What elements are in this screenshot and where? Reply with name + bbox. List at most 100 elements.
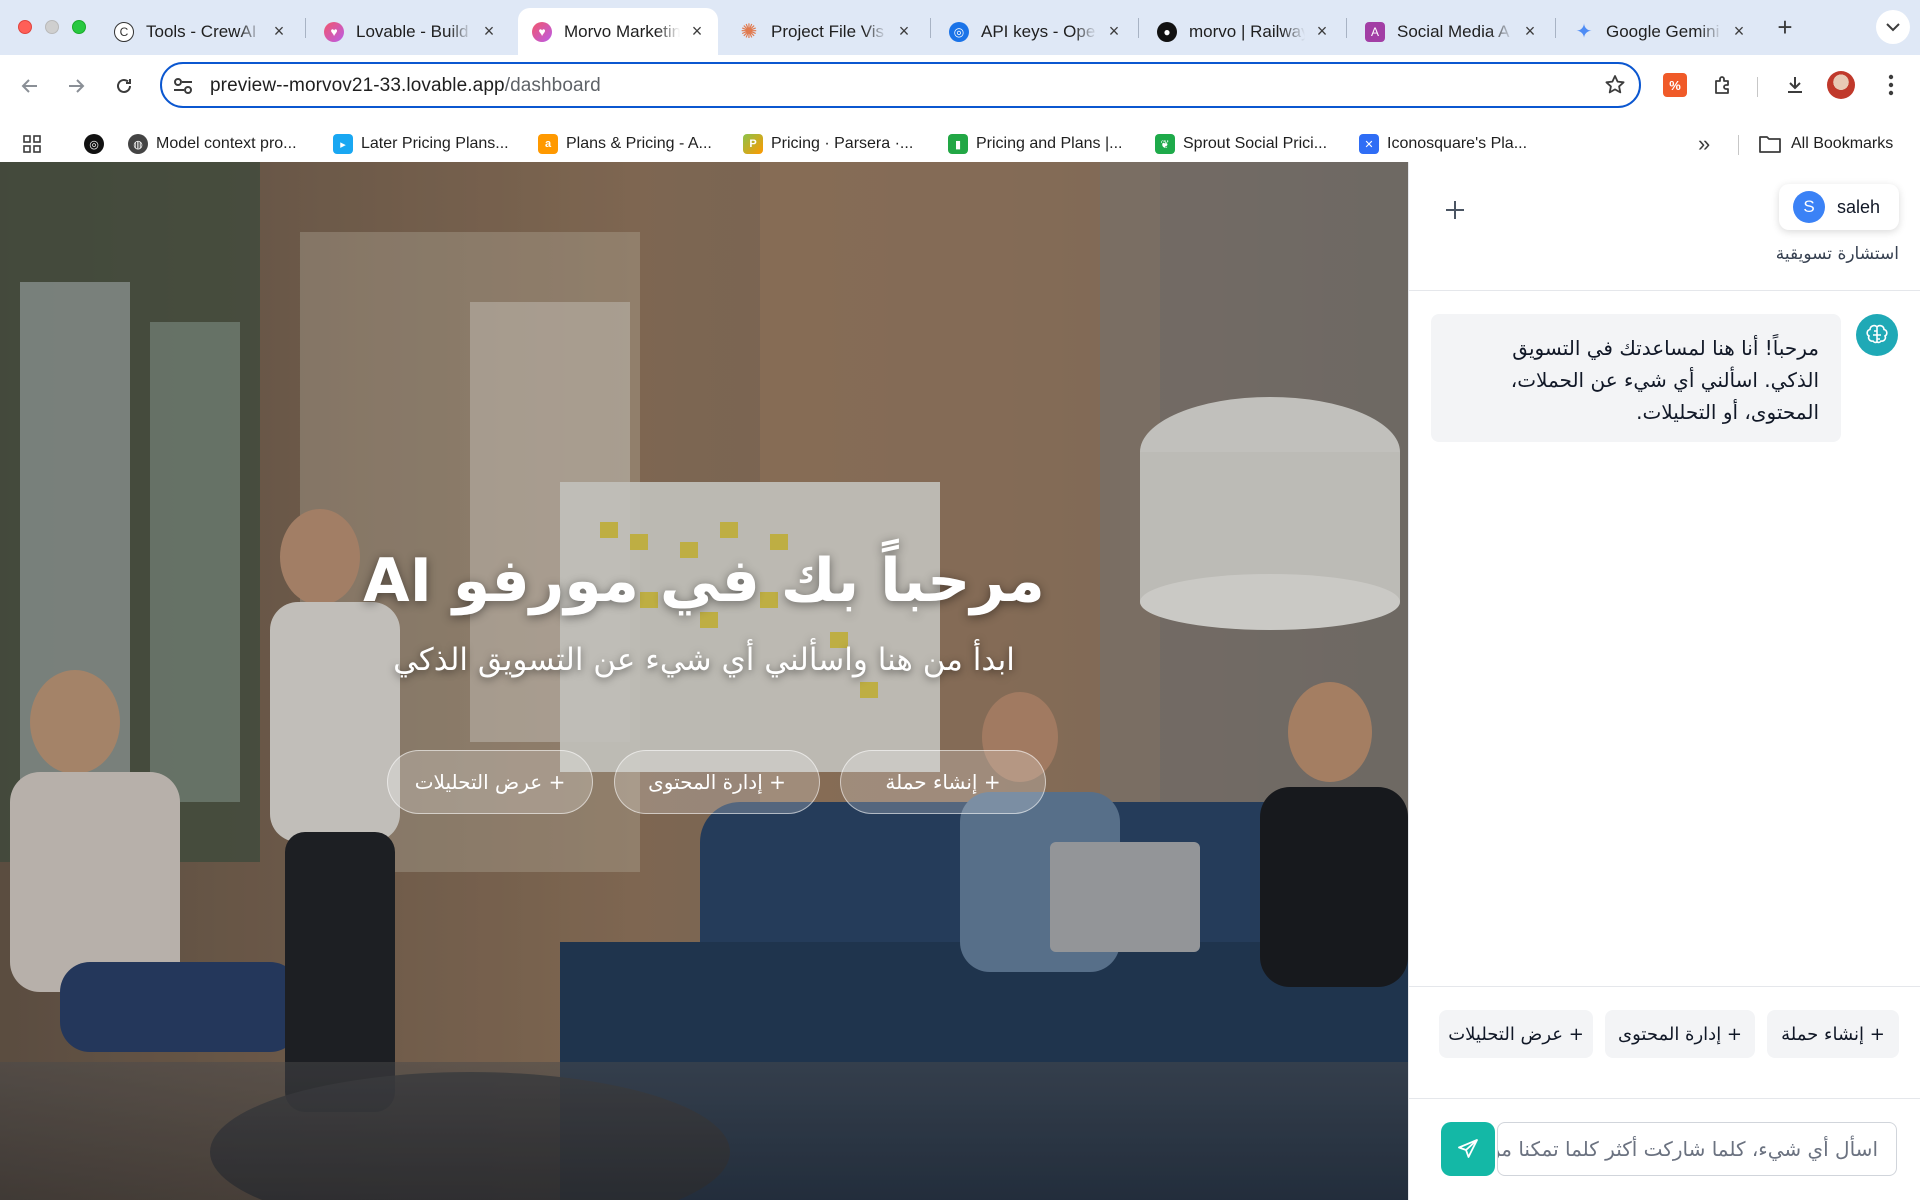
browser-tab[interactable]: ✦ Google Gemini × xyxy=(1560,8,1760,55)
browser-tab-active[interactable]: ♥ Morvo Marketin × xyxy=(518,8,718,55)
create-campaign-button[interactable]: + إنشاء حملة xyxy=(840,750,1046,814)
globe-icon: ◍ xyxy=(128,134,148,154)
tab-search-button[interactable] xyxy=(1876,10,1910,44)
iconosquare-icon: ✕ xyxy=(1359,134,1379,154)
later-icon: ▸ xyxy=(333,134,353,154)
bookmark-label: Sprout Social Prici... xyxy=(1183,135,1328,152)
new-chat-button[interactable] xyxy=(1439,194,1471,226)
send-icon xyxy=(1458,1139,1478,1158)
browser-tab-strip: C Tools - CrewAI × ♥ Lovable - Build × ♥… xyxy=(0,0,1920,55)
all-bookmarks-label: All Bookmarks xyxy=(1791,135,1894,152)
tab-title: Project File Vis xyxy=(771,21,885,41)
window-maximize-button[interactable] xyxy=(72,20,86,34)
sprout-icon: ❦ xyxy=(1155,134,1175,154)
browser-tab[interactable]: ● morvo | Railway × xyxy=(1143,8,1343,55)
avatar xyxy=(1827,71,1855,99)
close-icon[interactable]: × xyxy=(688,21,706,41)
close-icon[interactable]: × xyxy=(480,21,498,41)
new-tab-button[interactable]: + xyxy=(1770,12,1800,42)
browser-toolbar: preview--morvov21-33.lovable.app/dashboa… xyxy=(0,55,1920,171)
chart-icon: ▮ xyxy=(948,134,968,154)
address-bar[interactable]: preview--morvov21-33.lovable.app/dashboa… xyxy=(160,62,1641,108)
all-bookmarks-button[interactable]: All Bookmarks xyxy=(1759,131,1893,157)
apps-grid-icon xyxy=(23,135,41,153)
extensions-menu-button[interactable] xyxy=(1708,70,1738,100)
crewai-icon: C xyxy=(114,21,134,42)
close-icon[interactable]: × xyxy=(1521,21,1539,41)
avatar: S xyxy=(1793,191,1825,223)
arrow-right-icon xyxy=(69,79,85,93)
claude-icon: ✺ xyxy=(740,21,758,43)
user-menu[interactable]: S saleh xyxy=(1779,184,1899,230)
bookmark-openai[interactable]: ◎ xyxy=(84,131,112,157)
back-button[interactable] xyxy=(14,70,46,102)
folder-icon xyxy=(1759,136,1781,153)
chrome-menu-button[interactable] xyxy=(1876,70,1906,100)
assistant-message: مرحباً! أنا هنا لمساعدتك في التسويق الذك… xyxy=(1431,314,1841,442)
browser-tab[interactable]: ✺ Project File Vis × xyxy=(725,8,925,55)
browser-tab[interactable]: ◎ API keys - Ope × xyxy=(935,8,1135,55)
url-host: preview--morvov21-33.lovable.app xyxy=(210,75,505,96)
chat-header: AI S saleh استشارة تسويقية xyxy=(1409,162,1920,291)
window-close-button[interactable] xyxy=(18,20,32,34)
tab-title: Google Gemini xyxy=(1606,21,1720,41)
puzzle-icon xyxy=(1715,76,1729,94)
extension-button[interactable]: % xyxy=(1660,70,1690,100)
openai-icon: ◎ xyxy=(949,21,969,42)
close-icon[interactable]: × xyxy=(270,21,288,41)
arrow-left-icon xyxy=(21,79,37,93)
bookmark-label: Later Pricing Plans... xyxy=(361,135,509,152)
bookmark-item[interactable]: ❦ Sprout Social Prici... xyxy=(1155,131,1327,157)
reload-button[interactable] xyxy=(108,70,140,102)
hero-section: مرحباً بك في مورفو AI ابدأ من هنا واسألن… xyxy=(0,162,1408,1200)
close-icon[interactable]: × xyxy=(1730,21,1748,41)
bookmark-label: Pricing · Parsera ·... xyxy=(771,135,914,152)
plus-icon xyxy=(1446,201,1464,219)
user-name: saleh xyxy=(1837,196,1881,217)
bookmark-item[interactable]: ▮ Pricing and Plans |... xyxy=(948,131,1122,157)
bookmark-item[interactable]: ▸ Later Pricing Plans... xyxy=(333,131,509,157)
bookmark-item[interactable]: ◍ Model context pro... xyxy=(128,131,297,157)
browser-tab[interactable]: C Tools - CrewAI × xyxy=(100,8,300,55)
bookmark-star-icon[interactable] xyxy=(1603,73,1627,97)
manage-content-chip[interactable]: + إدارة المحتوى xyxy=(1605,1010,1755,1058)
chat-input[interactable]: اسأل أي شيء، كلما شاركت أكثر كلما تمكنا … xyxy=(1497,1122,1897,1176)
social-icon: A xyxy=(1365,21,1385,42)
browser-tab[interactable]: ♥ Lovable - Build × xyxy=(310,8,510,55)
url-text: preview--morvov21-33.lovable.app/dashboa… xyxy=(210,75,601,97)
bookmark-label: Iconosquare's Pla... xyxy=(1387,135,1528,152)
tab-title: Social Media A xyxy=(1397,21,1510,41)
window-minimize-button[interactable] xyxy=(45,20,59,34)
create-campaign-chip[interactable]: + إنشاء حملة xyxy=(1767,1010,1899,1058)
more-vert-icon xyxy=(1888,74,1894,96)
close-icon[interactable]: × xyxy=(1105,21,1123,41)
bookmark-item[interactable]: ✕ Iconosquare's Pla... xyxy=(1359,131,1527,157)
tab-title: API keys - Ope xyxy=(981,21,1096,41)
downloads-button[interactable] xyxy=(1780,70,1810,100)
assistant-avatar xyxy=(1856,314,1898,356)
apps-button[interactable] xyxy=(22,131,42,157)
close-icon[interactable]: × xyxy=(1313,21,1331,41)
chat-panel: AI S saleh استشارة تسويقية مرحباً! أنا ه… xyxy=(1408,162,1920,1200)
profile-button[interactable] xyxy=(1826,70,1856,100)
manage-content-button[interactable]: + إدارة المحتوى xyxy=(614,750,820,814)
view-analytics-chip[interactable]: + عرض التحليلات xyxy=(1439,1010,1593,1058)
browser-tab[interactable]: A Social Media A × xyxy=(1351,8,1551,55)
reload-icon xyxy=(117,78,131,93)
bookmark-label: Pricing and Plans |... xyxy=(976,135,1123,152)
bookmark-item[interactable]: a Plans & Pricing - A... xyxy=(538,131,712,157)
gemini-icon: ✦ xyxy=(1575,21,1593,43)
bookmark-label: Plans & Pricing - A... xyxy=(566,135,712,152)
view-analytics-button[interactable]: + عرض التحليلات xyxy=(387,750,593,814)
close-icon[interactable]: × xyxy=(895,21,913,41)
bookmark-item[interactable]: P Pricing · Parsera ·... xyxy=(743,131,913,157)
url-path: /dashboard xyxy=(504,75,601,96)
forward-button[interactable] xyxy=(60,70,92,102)
railway-icon: ● xyxy=(1157,21,1177,42)
percent-extension-icon: % xyxy=(1663,73,1687,97)
send-button[interactable] xyxy=(1441,1122,1495,1176)
tab-title: Tools - CrewAI xyxy=(146,21,257,41)
bookmarks-overflow-button[interactable]: » xyxy=(1698,131,1710,157)
site-settings-icon[interactable] xyxy=(172,75,194,97)
download-icon xyxy=(1788,77,1802,93)
